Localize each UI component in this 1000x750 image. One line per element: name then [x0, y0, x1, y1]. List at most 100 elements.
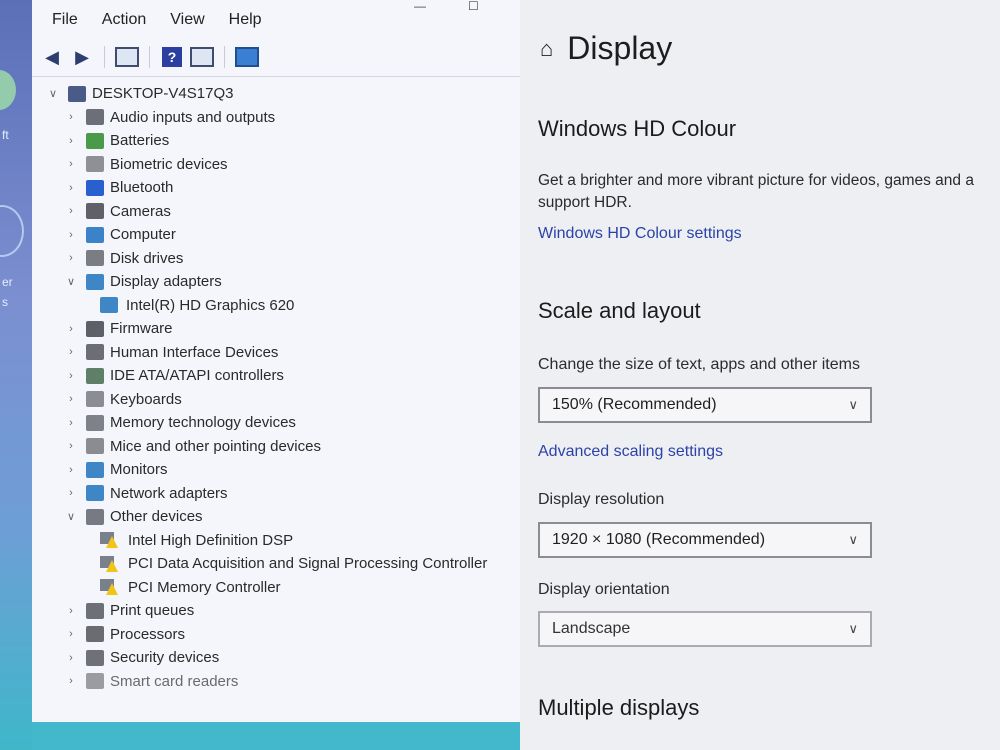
tree-category[interactable]: › Print queues [46, 599, 520, 623]
tree-category[interactable]: › Disk drives [46, 247, 520, 271]
chevron-right-icon[interactable]: › [64, 323, 78, 335]
maximize-icon[interactable]: ☐ [468, 0, 480, 12]
scale-dropdown[interactable]: 150% (Recommended) ∨ [538, 387, 872, 423]
toolbar-separator [104, 46, 105, 68]
chevron-right-icon[interactable]: › [64, 417, 78, 429]
tree-category[interactable]: ∨ Other devices [46, 505, 520, 529]
tree-category[interactable]: › Computer [46, 223, 520, 247]
resolution-dropdown-value: 1920 × 1080 (Recommended) [552, 531, 766, 548]
window-controls: — ☐ [414, 0, 480, 12]
chevron-right-icon[interactable]: › [64, 605, 78, 617]
computer-icon [86, 226, 104, 243]
chevron-right-icon[interactable]: › [64, 675, 78, 687]
minimize-icon[interactable]: — [414, 0, 426, 12]
tree-category[interactable]: › Smart card readers [46, 670, 520, 694]
chevron-right-icon[interactable]: › [64, 158, 78, 170]
tree-category[interactable]: › IDE ATA/ATAPI controllers [46, 364, 520, 388]
tree-category-label: Audio inputs and outputs [110, 108, 276, 126]
tree-category[interactable]: › Processors [46, 623, 520, 647]
home-icon[interactable]: ⌂ [540, 36, 553, 62]
settings-header: ⌂ Display [540, 30, 672, 67]
tree-root[interactable]: ∨ DESKTOP-V4S17Q3 [46, 82, 520, 106]
warning-icon [100, 579, 118, 596]
tree-category-label: Keyboards [110, 390, 182, 408]
tree-category-label: IDE ATA/ATAPI controllers [110, 367, 284, 385]
tree-device[interactable]: PCI Data Acquisition and Signal Processi… [46, 552, 520, 576]
toolbar-divider [32, 76, 520, 77]
resolution-dropdown[interactable]: 1920 × 1080 (Recommended) ∨ [538, 522, 872, 558]
tree-category[interactable]: › Firmware [46, 317, 520, 341]
menu-file[interactable]: File [52, 11, 78, 29]
disk-icon [86, 250, 104, 267]
toolbar: ◀ ▶ ? [40, 42, 259, 72]
chevron-right-icon[interactable]: › [64, 135, 78, 147]
chevron-right-icon[interactable]: › [64, 393, 78, 405]
hdr-description: Get a brighter and more vibrant picture … [538, 172, 974, 189]
tree-category[interactable]: › Audio inputs and outputs [46, 106, 520, 130]
help-icon[interactable]: ? [160, 46, 184, 68]
tree-category-label: Bluetooth [110, 179, 174, 197]
orientation-dropdown[interactable]: Landscape ∨ [538, 611, 872, 647]
mouse-icon [86, 438, 104, 455]
computer-icon [68, 85, 86, 102]
tree-category[interactable]: › Network adapters [46, 482, 520, 506]
tree-device-label: PCI Data Acquisition and Signal Processi… [128, 555, 488, 573]
tree-category[interactable]: › Human Interface Devices [46, 341, 520, 365]
desktop-icon[interactable] [0, 70, 16, 110]
chevron-right-icon[interactable]: › [64, 111, 78, 123]
properties-icon[interactable] [115, 46, 139, 68]
device-tree: ∨ DESKTOP-V4S17Q3 › Audio inputs and output… [46, 82, 520, 693]
chevron-right-icon[interactable]: › [64, 487, 78, 499]
tree-device[interactable]: Intel(R) HD Graphics 620 [46, 294, 520, 318]
tree-category[interactable]: › Monitors [46, 458, 520, 482]
chevron-down-icon[interactable]: ∨ [46, 87, 60, 100]
tree-category-label: Print queues [110, 602, 195, 620]
chevron-right-icon[interactable]: › [64, 346, 78, 358]
chevron-right-icon[interactable]: › [64, 205, 78, 217]
chevron-right-icon[interactable]: › [64, 464, 78, 476]
desktop-icon[interactable] [0, 205, 24, 257]
tree-category[interactable]: › Bluetooth [46, 176, 520, 200]
menu-action[interactable]: Action [102, 11, 146, 29]
tree-root-label: DESKTOP-V4S17Q3 [92, 85, 234, 103]
tree-category-label: Biometric devices [110, 155, 228, 173]
chevron-right-icon[interactable]: › [64, 252, 78, 264]
chevron-down-icon[interactable]: ∨ [64, 275, 78, 288]
chevron-right-icon[interactable]: › [64, 628, 78, 640]
multiple-displays-heading: Multiple displays [538, 695, 700, 720]
tree-category[interactable]: › Security devices [46, 646, 520, 670]
chevron-down-icon: ∨ [848, 621, 858, 636]
hdr-heading: Windows HD Colour [538, 116, 737, 141]
tree-device[interactable]: Intel High Definition DSP [46, 529, 520, 553]
page-title: Display [567, 30, 673, 66]
tree-category[interactable]: › Keyboards [46, 388, 520, 412]
chevron-right-icon[interactable]: › [64, 370, 78, 382]
firmware-icon [86, 320, 104, 337]
tree-category[interactable]: › Memory technology devices [46, 411, 520, 435]
hdr-settings-link[interactable]: Windows HD Colour settings [538, 225, 742, 243]
tree-category[interactable]: ∨ Display adapters [46, 270, 520, 294]
menu-view[interactable]: View [170, 11, 204, 29]
scan-hardware-icon[interactable] [235, 46, 259, 68]
hid-icon [86, 344, 104, 361]
chevron-down-icon[interactable]: ∨ [64, 510, 78, 523]
chevron-right-icon[interactable]: › [64, 229, 78, 241]
chevron-right-icon[interactable]: › [64, 182, 78, 194]
resolution-label: Display resolution [538, 491, 665, 508]
tree-category-label: Other devices [110, 508, 203, 526]
chevron-right-icon[interactable]: › [64, 440, 78, 452]
chevron-right-icon[interactable]: › [64, 652, 78, 664]
tree-category[interactable]: › Cameras [46, 200, 520, 224]
tree-category[interactable]: › Batteries [46, 129, 520, 153]
update-driver-icon[interactable] [190, 46, 214, 68]
forward-arrow-icon[interactable]: ▶ [70, 46, 94, 68]
tree-category[interactable]: › Mice and other pointing devices [46, 435, 520, 459]
tree-device[interactable]: PCI Memory Controller [46, 576, 520, 600]
scale-size-label: Change the size of text, apps and other … [538, 356, 860, 373]
advanced-scaling-link[interactable]: Advanced scaling settings [538, 443, 723, 461]
tree-category[interactable]: › Biometric devices [46, 153, 520, 177]
menu-help[interactable]: Help [229, 11, 262, 29]
camera-icon [86, 203, 104, 220]
back-arrow-icon[interactable]: ◀ [40, 46, 64, 68]
desktop-icon-label: s [2, 295, 8, 309]
